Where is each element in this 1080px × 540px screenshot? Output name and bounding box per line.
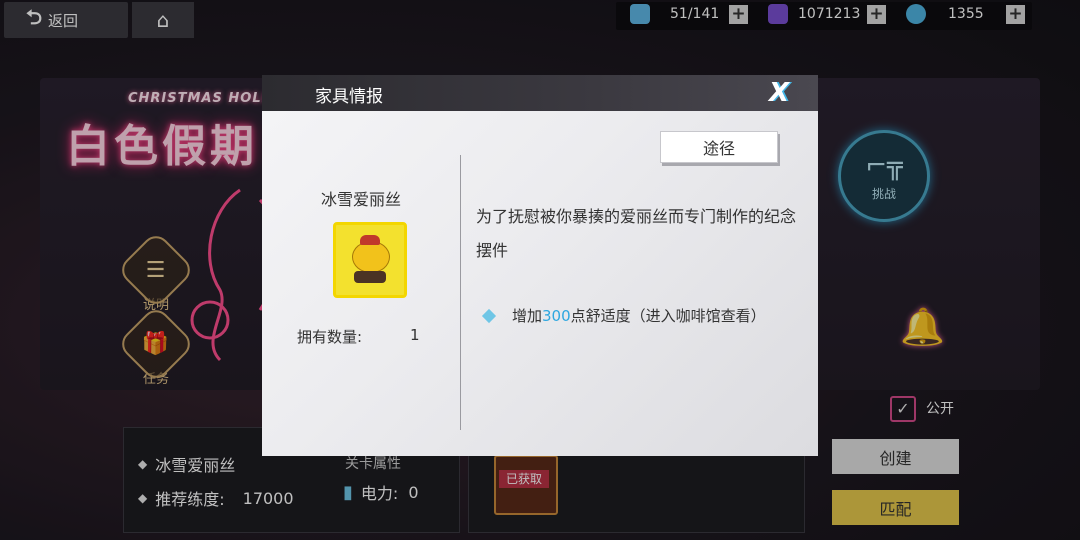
- item-effect: 增加 300 点舒适度（进入咖啡馆查看）: [481, 305, 766, 326]
- item-name: 冰雪爱丽丝: [320, 190, 401, 209]
- item-description: 为了抚慰被你暴揍的爱丽丝而专门制作的纪念摆件: [476, 207, 797, 260]
- effect-suffix: 点舒适度（进入咖啡馆查看）: [570, 307, 766, 325]
- effect-value: 300: [542, 306, 571, 325]
- effect-gem-icon: [481, 308, 497, 323]
- effect-prefix: 增加: [512, 307, 543, 325]
- modal-divider: [460, 155, 461, 430]
- owned-label: 拥有数量:: [297, 328, 363, 346]
- owned-value: 1: [410, 326, 420, 344]
- modal-title: 家具情报: [315, 87, 383, 107]
- route-button[interactable]: 途径: [660, 131, 778, 163]
- chick-figurine-icon: [348, 235, 392, 285]
- close-icon[interactable]: X: [764, 80, 794, 106]
- item-thumbnail: [333, 222, 407, 298]
